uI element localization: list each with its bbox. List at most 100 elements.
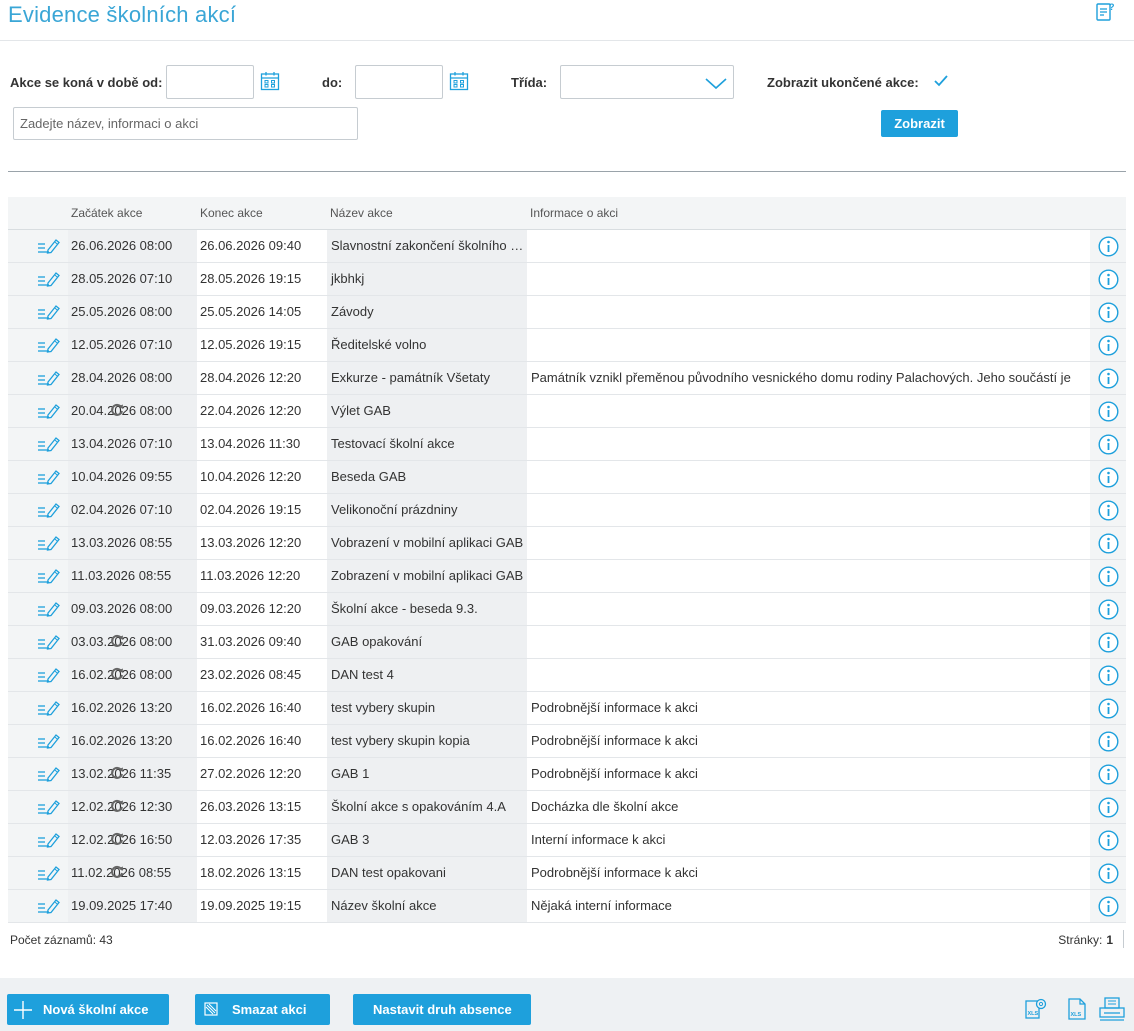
edit-icon[interactable]: [37, 601, 61, 617]
show-button[interactable]: Zobrazit: [881, 110, 958, 137]
info-icon[interactable]: [1098, 665, 1119, 686]
info-icon[interactable]: [1098, 302, 1119, 323]
info-icon[interactable]: [1098, 401, 1119, 422]
table-row[interactable]: 09.03.2026 08:00 09.03.2026 12:20 Školní a…: [8, 593, 1126, 626]
checkmark-icon[interactable]: [933, 74, 949, 88]
table-row[interactable]: 19.09.2025 17:40 19.09.2025 19:15 Název šk…: [8, 890, 1126, 923]
edit-icon[interactable]: [37, 535, 61, 551]
edit-icon[interactable]: [37, 469, 61, 485]
table-row[interactable]: 12.02.2026 12:30 26.03.2026 13:15 Školní a…: [8, 791, 1126, 824]
info-icon[interactable]: [1098, 368, 1119, 389]
set-absence-button[interactable]: Nastavit druh absence: [353, 994, 531, 1025]
start-value: 13.03.2026 08:55: [71, 535, 173, 550]
info-icon[interactable]: [1098, 269, 1119, 290]
edit-icon[interactable]: [37, 502, 61, 518]
info-icon[interactable]: [1098, 698, 1119, 719]
table-row[interactable]: 16.02.2026 13:20 16.02.2026 16:40 test vyb…: [8, 725, 1126, 758]
table-row[interactable]: 26.06.2026 08:00 26.06.2026 09:40 Slavnost…: [8, 230, 1126, 263]
page-current[interactable]: 1: [1106, 933, 1113, 947]
table-row[interactable]: 28.05.2026 07:10 28.05.2026 19:15 jkbhkj: [8, 263, 1126, 296]
grid-header: Začátek akce Konec akce Název akce Infor…: [8, 197, 1126, 230]
pager: Stránky: 1: [1058, 933, 1113, 947]
edit-icon[interactable]: [37, 766, 61, 782]
table-row[interactable]: 12.05.2026 07:10 12.05.2026 19:15 Ředitels…: [8, 329, 1126, 362]
table-row[interactable]: 13.02.2026 11:35 27.02.2026 12:20 GAB 1 Pod…: [8, 758, 1126, 791]
edit-icon[interactable]: [37, 799, 61, 815]
new-event-button[interactable]: Nová školní akce: [7, 994, 169, 1025]
table-row[interactable]: 13.04.2026 07:10 13.04.2026 11:30 Testovac…: [8, 428, 1126, 461]
info-icon[interactable]: [1098, 467, 1119, 488]
info-icon[interactable]: [1098, 335, 1119, 356]
info-icon[interactable]: [1098, 566, 1119, 587]
edit-icon[interactable]: [37, 370, 61, 386]
info-icon[interactable]: [1098, 434, 1119, 455]
table-row[interactable]: 28.04.2026 08:00 28.04.2026 12:20 Exkurze …: [8, 362, 1126, 395]
edit-icon[interactable]: [37, 304, 61, 320]
end-cell: 22.04.2026 12:20: [197, 395, 327, 427]
edit-icon[interactable]: [37, 700, 61, 716]
info-icon[interactable]: [1098, 830, 1119, 851]
start-cell: 12.05.2026 07:10: [68, 329, 197, 361]
date-to-input[interactable]: [355, 65, 443, 99]
column-header-start[interactable]: Začátek akce: [71, 206, 142, 220]
table-row[interactable]: 10.04.2026 09:55 10.04.2026 12:20 Beseda G…: [8, 461, 1126, 494]
search-input[interactable]: [13, 107, 358, 140]
start-value: 11.03.2026 08:55: [71, 568, 172, 583]
info-icon[interactable]: [1098, 236, 1119, 257]
info-action-cell: [1090, 461, 1126, 493]
edit-icon[interactable]: [37, 832, 61, 848]
info-cell: [527, 395, 1090, 427]
column-header-info[interactable]: Informace o akci: [530, 206, 618, 220]
info-cell: Podrobnější informace k akci: [527, 725, 1090, 757]
edit-icon[interactable]: [37, 865, 61, 881]
edit-icon[interactable]: [37, 634, 61, 650]
edit-icon[interactable]: [37, 271, 61, 287]
help-notes-icon[interactable]: ?: [1094, 1, 1116, 23]
info-icon[interactable]: [1098, 863, 1119, 884]
info-action-cell: [1090, 626, 1126, 658]
info-icon[interactable]: [1098, 731, 1119, 752]
edit-icon[interactable]: [37, 337, 61, 353]
table-row[interactable]: 11.02.2026 08:55 18.02.2026 13:15 DAN test…: [8, 857, 1126, 890]
xls-settings-icon[interactable]: XLS: [1023, 996, 1049, 1022]
calendar-icon[interactable]: [449, 71, 469, 91]
info-cell: Interní informace k akci: [527, 824, 1090, 856]
edit-icon[interactable]: [37, 667, 61, 683]
info-icon[interactable]: [1098, 599, 1119, 620]
start-cell: 13.03.2026 08:55: [68, 527, 197, 559]
table-row[interactable]: 16.02.2026 08:00 23.02.2026 08:45 DAN test…: [8, 659, 1126, 692]
edit-icon[interactable]: [37, 436, 61, 452]
info-action-cell: [1090, 263, 1126, 295]
info-action-cell: [1090, 857, 1126, 889]
edit-icon[interactable]: [37, 403, 61, 419]
date-from-label: Akce se koná v době od:: [10, 75, 163, 90]
table-row[interactable]: 11.03.2026 08:55 11.03.2026 12:20 Zobrazen…: [8, 560, 1126, 593]
edit-icon[interactable]: [37, 238, 61, 254]
print-icon[interactable]: [1098, 996, 1126, 1022]
xls-export-icon[interactable]: XLS: [1066, 996, 1088, 1022]
table-row[interactable]: 13.03.2026 08:55 13.03.2026 12:20 Vobrazen…: [8, 527, 1126, 560]
info-icon[interactable]: [1098, 500, 1119, 521]
info-cell: [527, 263, 1090, 295]
column-header-name[interactable]: Název akce: [330, 206, 393, 220]
name-cell: jkbhkj: [327, 263, 527, 295]
table-row[interactable]: 03.03.2026 08:00 31.03.2026 09:40 GAB opak…: [8, 626, 1126, 659]
edit-icon[interactable]: [37, 898, 61, 914]
column-header-end[interactable]: Konec akce: [200, 206, 263, 220]
table-row[interactable]: 02.04.2026 07:10 02.04.2026 19:15 Velikono…: [8, 494, 1126, 527]
info-icon[interactable]: [1098, 533, 1119, 554]
table-row[interactable]: 12.02.2026 16:50 12.03.2026 17:35 GAB 3 Int…: [8, 824, 1126, 857]
calendar-icon[interactable]: [260, 71, 280, 91]
info-icon[interactable]: [1098, 764, 1119, 785]
table-row[interactable]: 25.05.2026 08:00 25.05.2026 14:05 Závody: [8, 296, 1126, 329]
table-row[interactable]: 16.02.2026 13:20 16.02.2026 16:40 test vyb…: [8, 692, 1126, 725]
info-icon[interactable]: [1098, 896, 1119, 917]
delete-event-button[interactable]: Smazat akci: [195, 994, 330, 1025]
class-select[interactable]: [560, 65, 734, 99]
info-icon[interactable]: [1098, 632, 1119, 653]
date-from-input[interactable]: [166, 65, 254, 99]
info-icon[interactable]: [1098, 797, 1119, 818]
edit-icon[interactable]: [37, 733, 61, 749]
edit-icon[interactable]: [37, 568, 61, 584]
table-row[interactable]: 20.04.2026 08:00 22.04.2026 12:20 Výlet GA…: [8, 395, 1126, 428]
